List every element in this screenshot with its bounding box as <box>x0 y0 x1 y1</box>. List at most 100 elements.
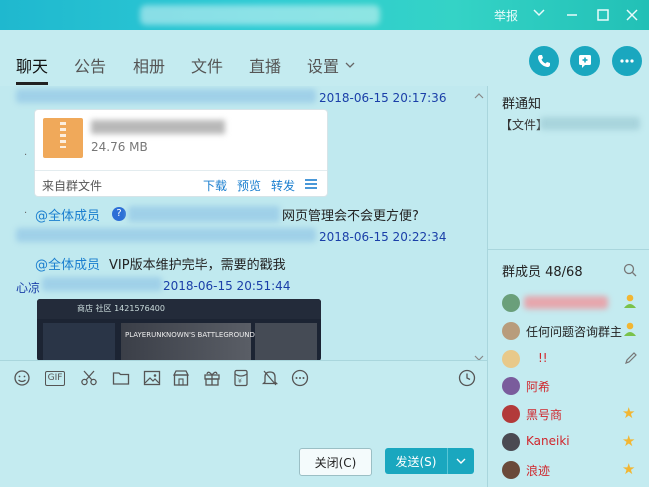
message-text: VIP版本维护完毕，需要的戳我 <box>109 258 286 273</box>
folder-icon[interactable] <box>112 369 130 387</box>
chat-area[interactable]: 2018-06-15 20:17:36 · 24.76 MB 来自群文件 下载 … <box>0 86 487 360</box>
notice-obscured-text <box>540 117 640 130</box>
message-timestamp: 2018-06-15 20:51:44 <box>163 279 291 293</box>
image-sidebar <box>43 323 115 360</box>
sender-name <box>16 228 316 242</box>
member-name: 任何问题咨询群主 <box>526 325 623 339</box>
clock-icon[interactable] <box>458 369 476 387</box>
divider <box>488 249 649 250</box>
shop-icon[interactable] <box>172 369 190 387</box>
member-avatar <box>502 405 520 423</box>
admin-icon <box>622 321 638 341</box>
maximize-icon[interactable] <box>597 7 609 26</box>
file-footer: 来自群文件 下载 预览 转发 <box>35 170 327 197</box>
menu-icon[interactable] <box>305 178 317 193</box>
message-timestamp: 2018-06-15 20:17:36 <box>319 91 447 105</box>
search-icon[interactable] <box>623 262 637 281</box>
minimize-icon[interactable] <box>566 7 578 26</box>
help-icon[interactable]: ? <box>112 207 126 221</box>
phone-icon[interactable] <box>529 46 559 76</box>
member-avatar <box>502 461 520 479</box>
member-row[interactable]: 黑号商 ★ <box>488 401 649 427</box>
message-timestamp: 2018-06-15 20:22:34 <box>319 230 447 244</box>
star-icon: ★ <box>622 432 636 450</box>
member-avatar <box>502 377 520 395</box>
send-options-button[interactable] <box>447 448 474 474</box>
tab-announcement[interactable]: 公告 <box>74 53 106 77</box>
sender-prefix: 心凉 <box>16 281 41 295</box>
file-card[interactable]: 24.76 MB 来自群文件 下载 预览 转发 <box>34 109 328 197</box>
file-size: 24.76 MB <box>91 140 148 154</box>
member-name: 黑号商 <box>526 408 563 422</box>
send-button[interactable]: 发送(S) <box>385 448 447 474</box>
member-row[interactable]: 任何问题咨询群主 <box>488 318 649 344</box>
report-link[interactable]: 举报 <box>494 7 518 24</box>
gift-icon[interactable] <box>203 369 221 387</box>
member-name: !! <box>538 351 548 365</box>
image-panel <box>255 323 317 360</box>
screenshot-image[interactable]: 商店 社区 1421576400 PLAYERUNKNOWN'S BATTLEG… <box>37 299 321 360</box>
message-input[interactable]: 关闭(C) 发送(S) <box>0 396 487 487</box>
member-row[interactable]: Kaneiki ★ <box>488 429 649 455</box>
bell-icon[interactable] <box>261 369 279 387</box>
scroll-up-icon[interactable] <box>474 86 484 105</box>
edit-icon[interactable] <box>624 350 638 369</box>
scissors-icon[interactable] <box>80 369 98 387</box>
group-notice-title[interactable]: 群通知 <box>502 93 541 112</box>
tab-settings[interactable]: 设置 <box>307 53 339 77</box>
emoji-icon[interactable] <box>13 369 31 387</box>
star-icon: ★ <box>622 460 636 478</box>
forward-link[interactable]: 转发 <box>271 177 295 194</box>
gif-icon[interactable]: GIF <box>43 369 67 387</box>
bullet: · <box>24 150 28 161</box>
star-icon: ★ <box>622 404 636 422</box>
preview-link[interactable]: 预览 <box>237 177 261 194</box>
member-row[interactable] <box>488 290 649 316</box>
mention-all[interactable]: @全体成员 <box>35 254 100 273</box>
file-name <box>91 120 225 134</box>
member-avatar <box>502 433 520 451</box>
settings-chevron-icon[interactable] <box>344 56 356 75</box>
tab-chat[interactable]: 聊天 <box>16 53 48 77</box>
member-name: Kaneiki <box>526 434 570 448</box>
sender-name <box>16 89 316 103</box>
member-row[interactable]: 阿希 <box>488 373 649 399</box>
scroll-down-icon[interactable] <box>474 348 484 360</box>
image-game-title: PLAYERUNKNOWN'S BATTLEGROUNDS <box>125 331 260 339</box>
add-icon[interactable] <box>570 46 600 76</box>
image-icon[interactable] <box>143 369 161 387</box>
title-bar: 举报 <box>0 0 649 30</box>
more-icon[interactable] <box>612 46 642 76</box>
sender-name <box>42 277 162 291</box>
member-name: 阿希 <box>526 380 551 394</box>
mention-all[interactable]: @全体成员 <box>35 205 100 224</box>
more-circle-icon[interactable] <box>291 369 309 387</box>
message-obscured-text <box>128 206 280 222</box>
member-row[interactable]: 浪迹 ★ <box>488 457 649 483</box>
image-breadcrumb: 商店 社区 1421576400 <box>77 304 165 313</box>
right-panel: 群通知 【文件】 群成员 48/68 任何问题咨询群主 !! 阿希 黑号商 ★ <box>487 86 649 487</box>
tab-files[interactable]: 文件 <box>191 53 223 77</box>
window-title <box>140 5 380 25</box>
download-link[interactable]: 下载 <box>203 177 227 194</box>
tab-album[interactable]: 相册 <box>133 53 165 77</box>
bullet: · <box>24 208 28 219</box>
image-topbar: 商店 社区 1421576400 <box>37 299 321 319</box>
chevron-down-icon <box>456 458 466 464</box>
message-text: 网页管理会不会更方便? <box>282 209 419 224</box>
member-row[interactable]: !! <box>488 346 649 372</box>
member-avatar <box>502 322 520 340</box>
image-banner: PLAYERUNKNOWN'S BATTLEGROUNDS <box>121 323 259 360</box>
members-title: 群成员 48/68 <box>502 265 583 280</box>
tab-live[interactable]: 直播 <box>249 53 281 77</box>
member-avatar <box>502 294 520 312</box>
member-name: 浪迹 <box>526 464 551 478</box>
input-toolbar: GIF ¥ <box>0 360 487 397</box>
active-tab-indicator <box>16 82 48 85</box>
file-source: 来自群文件 <box>42 179 103 193</box>
close-icon[interactable] <box>626 7 638 26</box>
close-button[interactable]: 关闭(C) <box>299 448 372 476</box>
chevron-down-icon[interactable] <box>533 5 545 25</box>
member-name-obscured <box>524 296 608 309</box>
red-packet-icon[interactable]: ¥ <box>232 369 250 387</box>
